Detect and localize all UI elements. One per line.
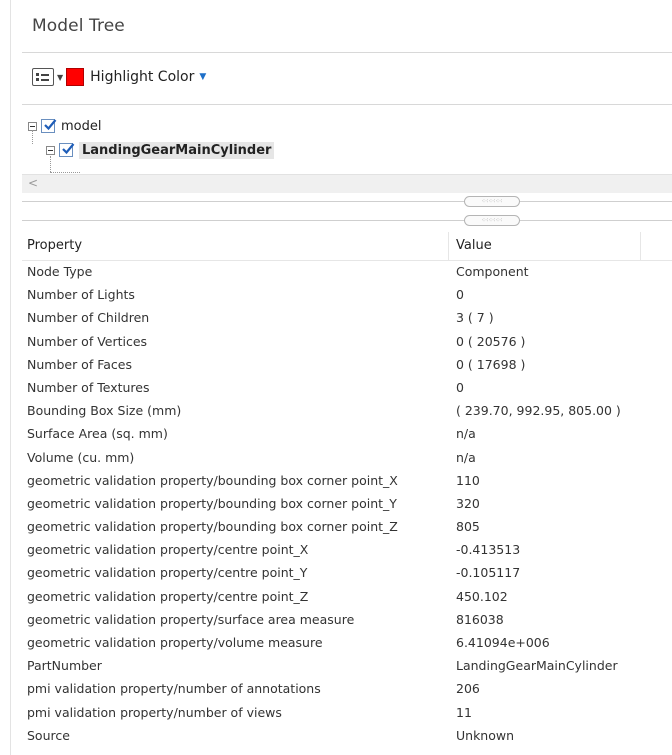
table-row[interactable]: geometric validation property/bounding b… [22, 470, 672, 493]
panel-title: Model Tree [32, 16, 125, 36]
property-value-cell: 110 [456, 472, 480, 488]
property-value-cell: 3 ( 7 ) [456, 310, 494, 326]
table-row[interactable]: Node Type Component [22, 261, 672, 284]
tree-connector [50, 156, 52, 172]
checkbox-checked-icon[interactable] [41, 119, 57, 133]
table-row[interactable]: PartNumber LandingGearMainCylinder [22, 655, 672, 678]
grip-icon[interactable]: ⁖⁖⁖⁖⁖⁖ [464, 196, 520, 207]
property-name-cell: Bounding Box Size (mm) [27, 403, 182, 419]
property-value-cell: Component [456, 264, 529, 279]
column-header-value[interactable]: Value [456, 238, 492, 253]
table-row[interactable]: geometric validation property/centre poi… [22, 562, 672, 585]
properties-table: Property Value Node Type Component Number … [22, 232, 672, 748]
property-name-cell: Number of Faces [27, 356, 132, 372]
table-row[interactable]: Surface Area (sq. mm) n/a [22, 423, 672, 446]
toolbar-divider [22, 104, 672, 105]
property-value-cell: 0 ( 17698 ) [456, 356, 526, 372]
table-row[interactable]: geometric validation property/surface ar… [22, 609, 672, 632]
property-name-cell: Surface Area (sq. mm) [27, 426, 168, 442]
table-row[interactable]: pmi validation property/number of views 1… [22, 702, 672, 725]
property-value-cell: -0.105117 [456, 565, 521, 581]
list-view-icon[interactable] [32, 68, 54, 86]
property-value-cell: 206 [456, 681, 480, 697]
tree-node-landinggearmaincylinder[interactable]: LandingGearMainCylinder [46, 140, 275, 160]
column-header-property[interactable]: Property [27, 238, 82, 253]
property-name-cell: Number of Children [27, 310, 150, 326]
property-value-cell: 805 [456, 519, 480, 535]
property-value-cell: n/a [456, 426, 476, 442]
highlight-color-swatch[interactable] [66, 68, 85, 86]
property-value-cell: -0.413513 [456, 542, 521, 558]
property-name-cell: geometric validation property/bounding b… [27, 495, 397, 511]
table-body: Node Type Component Number of Lights 0 Numbe… [22, 261, 672, 748]
view-dropdown-chevron-icon[interactable]: ▼ [57, 73, 63, 82]
table-row[interactable]: Source Unknown [22, 725, 672, 748]
table-header: Property Value [22, 232, 672, 261]
property-name-cell: geometric validation property/bounding b… [27, 472, 398, 488]
table-row[interactable]: Number of Textures 0 [22, 377, 672, 400]
property-name-cell: Number of Textures [27, 379, 150, 395]
property-name-cell: Number of Lights [27, 287, 135, 303]
property-name-cell: pmi validation property/number of annota… [27, 681, 321, 697]
highlight-color-chevron-down-icon[interactable]: ▼ [199, 72, 206, 82]
property-name-cell: geometric validation property/bounding b… [27, 519, 398, 535]
property-name-cell: Number of Vertices [27, 333, 148, 349]
checkbox-checked-icon[interactable] [59, 143, 75, 157]
property-name-cell: Source [27, 727, 70, 743]
table-row[interactable]: geometric validation property/bounding b… [22, 516, 672, 539]
tree-connector [32, 130, 34, 144]
title-divider [22, 52, 672, 53]
splitter-handle[interactable]: ⁖⁖⁖⁖⁖⁖ [22, 196, 672, 207]
scroll-left-icon[interactable]: < [28, 176, 38, 190]
toolbar: ▼ Highlight Color ▼ [32, 66, 206, 88]
table-row[interactable]: pmi validation property/number of annota… [22, 678, 672, 701]
property-name-cell: PartNumber [27, 658, 102, 674]
property-value-cell: 0 ( 20576 ) [456, 333, 526, 349]
property-name-cell: geometric validation property/centre poi… [27, 565, 308, 581]
property-value-cell: 816038 [456, 611, 504, 627]
property-name-cell: geometric validation property/volume mea… [27, 635, 323, 650]
table-row[interactable]: Number of Lights 0 [22, 284, 672, 307]
property-name-cell: geometric validation property/surface ar… [27, 611, 355, 627]
tree-node-label[interactable]: LandingGearMainCylinder [79, 141, 275, 159]
property-value-cell: 0 [456, 287, 464, 303]
table-row[interactable]: geometric validation property/bounding b… [22, 493, 672, 516]
property-value-cell: ( 239.70, 992.95, 805.00 ) [456, 403, 621, 419]
table-row[interactable]: geometric validation property/volume mea… [22, 632, 672, 655]
table-row[interactable]: Volume (cu. mm) n/a [22, 447, 672, 470]
property-name-cell: geometric validation property/centre poi… [27, 542, 309, 558]
column-divider[interactable] [448, 232, 449, 260]
property-value-cell: Unknown [456, 727, 515, 743]
property-value-cell: LandingGearMainCylinder [456, 658, 618, 674]
tree-node-label[interactable]: model [61, 119, 101, 134]
property-value-cell: 11 [456, 704, 472, 720]
highlight-color-label[interactable]: Highlight Color [90, 69, 194, 85]
grip-icon[interactable]: ⁖⁖⁖⁖⁖⁖ [464, 215, 520, 226]
table-row[interactable]: Number of Children 3 ( 7 ) [22, 307, 672, 330]
property-value-cell: 320 [456, 495, 480, 511]
table-row[interactable]: geometric validation property/centre poi… [22, 539, 672, 562]
collapse-icon[interactable] [46, 145, 55, 155]
property-name-cell: pmi validation property/number of views [27, 704, 282, 720]
table-row[interactable]: Number of Faces 0 ( 17698 ) [22, 354, 672, 377]
column-divider[interactable] [640, 232, 641, 260]
property-name-cell: geometric validation property/centre poi… [27, 588, 309, 604]
property-name-cell: Volume (cu. mm) [27, 449, 135, 465]
property-value-cell: 450.102 [456, 588, 508, 604]
table-row[interactable]: Bounding Box Size (mm) ( 239.70, 992.95, … [22, 400, 672, 423]
tree-node-model[interactable]: model [28, 116, 101, 136]
property-value-cell: n/a [456, 449, 476, 465]
panel-left-border [10, 0, 11, 755]
tree-horizontal-scrollbar[interactable]: < [22, 174, 672, 193]
property-value-cell: 6.41094e+006 [456, 635, 550, 650]
property-value-cell: 0 [456, 379, 464, 395]
splitter-handle[interactable]: ⁖⁖⁖⁖⁖⁖ [22, 215, 672, 226]
table-row[interactable]: geometric validation property/centre poi… [22, 586, 672, 609]
property-name-cell: Node Type [27, 264, 93, 279]
table-row[interactable]: Number of Vertices 0 ( 20576 ) [22, 331, 672, 354]
